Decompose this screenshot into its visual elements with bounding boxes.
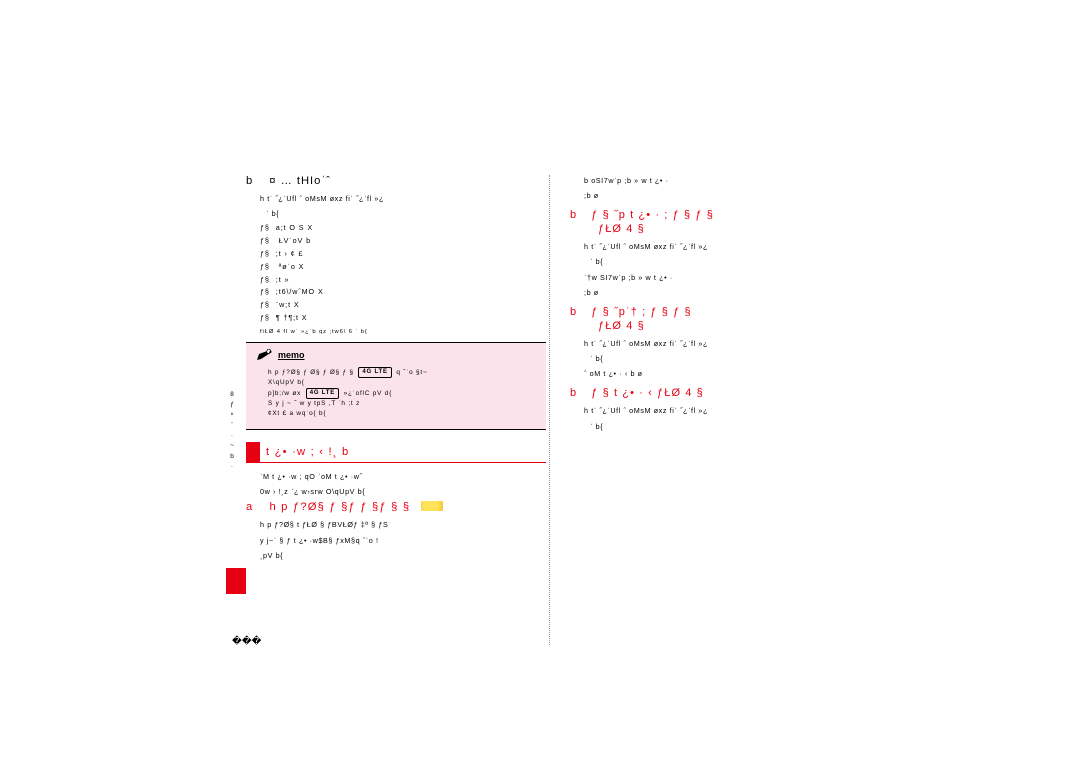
body-text: b oSI7wˈp ;b » w t ¿• · — [584, 175, 870, 186]
body-text: ˈ b{ — [590, 256, 870, 267]
right-column: b oSI7wˈp ;b » w t ¿• · ;b ø bƒ § ˝p t ¿… — [570, 175, 870, 436]
list-item: a;t O S X — [260, 223, 546, 234]
memo-box: memo h p ƒ?Ø§ ƒ Ø§ ƒ Ø§ ƒ § 4G LTE q ˆˈo… — [246, 342, 546, 430]
memo-line: ¢Xt £ a wqˈo{ b{ — [268, 409, 536, 419]
body-text: y j~ˈ § ƒ t ¿• ·w$B§ ƒxM§q ˆˈo ! — [260, 535, 546, 546]
step-heading-red: ah p ƒ?Ø§ ƒ §ƒ ƒ §ƒ § § — [246, 501, 546, 513]
footnote: fiŁØ 4 fl wˈ »¿ˈb qz ;tw6\ 6 ˈ b{ — [260, 328, 546, 336]
section-marker — [226, 568, 246, 594]
button-icon — [421, 501, 443, 511]
body-text: ˈ b{ — [266, 208, 546, 219]
pencil-icon — [256, 349, 274, 361]
page-number: ��� — [232, 636, 262, 647]
memo-line: S y j ~ ˝ w y tpS ,T ˈh ;t z — [268, 399, 536, 409]
memo-line: h p ƒ?Ø§ ƒ Ø§ ƒ Ø§ ƒ § 4G LTE q ˆˈo §t~ — [268, 367, 536, 378]
list-item: ;t › ¢ £ — [260, 249, 546, 260]
left-column: b¤ … tHIoˈˆ h tˈ ˝¿ˈUfl ˆ oMsM øxz fiˈ ˝… — [246, 175, 546, 565]
body-text: ;b ø — [584, 287, 870, 298]
intro-text: ˈM t ¿• ·w ; qO ˈoM t ¿• ·w˝ — [260, 471, 546, 482]
step-heading-red: ƒŁØ 4 § — [598, 320, 870, 332]
step-heading-red: bƒ § t ¿• · ‹ ƒŁØ 4 § — [570, 387, 870, 399]
list-item: ;t6\/wˆMO X — [260, 287, 546, 298]
memo-line: X\qUpV b{ — [268, 378, 536, 388]
body-text: ¸pV b{ — [260, 550, 546, 561]
step-heading: b¤ … tHIoˈˆ — [246, 175, 546, 187]
step-heading-red: bƒ § ˝pˈ† ; ƒ § ƒ § — [570, 306, 870, 318]
list-item: ¶ †¶;t X — [260, 313, 546, 324]
page-root: 8 ƒ º ¨ · ~ b · b¤ … tHIoˈˆ h tˈ ˝¿ˈUfl … — [0, 0, 1080, 763]
step-heading-red: bƒ § ˝p t ¿• · ; ƒ § ƒ § — [570, 209, 870, 221]
list-item: ªøˈo X — [260, 262, 546, 273]
body-text: ˈ b{ — [590, 353, 870, 364]
list-item: ;t » — [260, 275, 546, 286]
side-tab: 8 ƒ º ¨ · ~ b · — [226, 390, 238, 472]
memo-line: p]b;/w øx 4G LTE »¿ˈoflC pV d{ — [268, 388, 536, 399]
intro-text: 0w › !¸z ˈ¿ w›srw O\qUpV b{ — [260, 486, 546, 497]
body-text: h tˈ ˝¿ˈUfl ˆ oMsM øxz fiˈ ˝¿ˈfl »¿ — [584, 405, 870, 416]
body-text: h tˈ ˝¿ˈUfl ˆ oMsM øxz fiˈ ˝¿ˈfl »¿ — [584, 338, 870, 349]
list-item: ŁVˈoV b — [260, 236, 546, 247]
body-text: h tˈ ˝¿ˈUfl ˆ oMsM øxz fiˈ ˝¿ˈfl »¿ — [584, 241, 870, 252]
lte-badge: 4G LTE — [306, 388, 339, 399]
memo-header: memo — [256, 349, 536, 361]
list-item: ¨w;t X — [260, 300, 546, 311]
body-text: h tˈ ˝¿ˈUfl ˆ oMsM øxz fiˈ ˝¿ˈfl »¿ — [260, 193, 546, 204]
body-text: ˈ†w SI7wˈp ;b » w t ¿• · — [584, 272, 870, 283]
step-heading-red: ƒŁØ 4 § — [598, 223, 870, 235]
body-text: h p ƒ?Ø§ t ƒŁØ § ƒBVŁØƒ ‡ª § ƒS — [260, 519, 546, 530]
column-divider — [549, 175, 550, 645]
body-text: ;b ø — [584, 190, 870, 201]
lte-badge: 4G LTE — [358, 367, 391, 378]
heading-accent — [246, 442, 260, 463]
body-text: ˈ b{ — [590, 421, 870, 432]
body-text: ˆ oM t ¿• · ‹ b ø — [584, 368, 870, 379]
section-heading: t ¿• ·w ; ‹ !¸ b — [246, 442, 546, 463]
